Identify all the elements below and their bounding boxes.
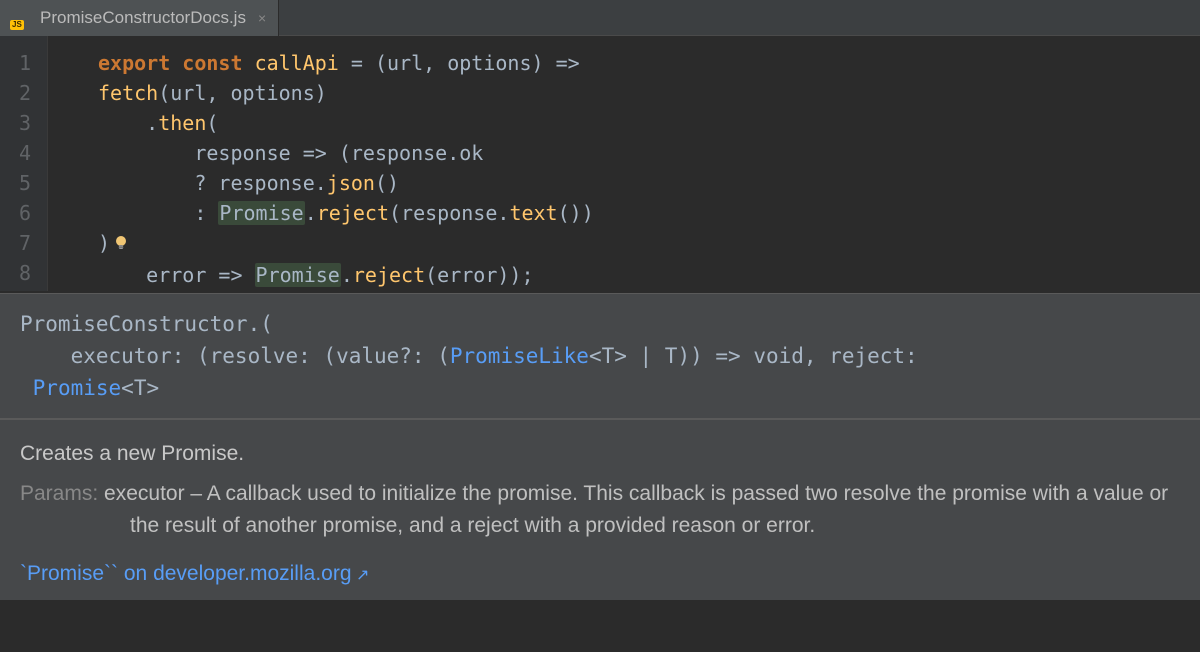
code-line: fetch(url, options) bbox=[98, 78, 1200, 108]
line-number: 5 bbox=[0, 168, 31, 198]
code-line: .then( bbox=[98, 108, 1200, 138]
code-line: error => Promise.reject(error)); bbox=[98, 260, 1200, 290]
code-line: ? response.json() bbox=[98, 168, 1200, 198]
type-link[interactable]: Promise bbox=[33, 376, 122, 400]
line-number: 7 bbox=[0, 228, 31, 258]
file-tab[interactable]: JS PromiseConstructorDocs.js × bbox=[0, 0, 279, 36]
documentation-popup: PromiseConstructor.( executor: (resolve:… bbox=[0, 293, 1200, 600]
line-number: 8 bbox=[0, 258, 31, 288]
doc-summary: Creates a new Promise. bbox=[20, 438, 1180, 470]
close-icon[interactable]: × bbox=[258, 10, 266, 26]
doc-block: Creates a new Promise. Params: executor … bbox=[0, 420, 1200, 554]
code-line: : Promise.reject(response.text()) bbox=[98, 198, 1200, 228]
line-gutter: 1 2 3 4 5 6 7 8 bbox=[0, 36, 48, 291]
line-number: 1 bbox=[0, 48, 31, 78]
line-number: 3 bbox=[0, 108, 31, 138]
signature-block: PromiseConstructor.( executor: (resolve:… bbox=[0, 294, 1200, 420]
doc-param: Params: executor – A callback used to in… bbox=[20, 478, 1180, 542]
code-line: export const callApi = (url, options) => bbox=[98, 48, 1200, 78]
external-link-icon: ↗ bbox=[352, 567, 370, 584]
code-line: response => (response.ok bbox=[98, 138, 1200, 168]
type-link[interactable]: PromiseLike bbox=[450, 344, 589, 368]
js-file-icon: JS bbox=[12, 8, 32, 28]
code-line: ) bbox=[98, 228, 1200, 260]
line-number: 2 bbox=[0, 78, 31, 108]
line-number: 4 bbox=[0, 138, 31, 168]
editor[interactable]: 1 2 3 4 5 6 7 8 export const callApi = (… bbox=[0, 36, 1200, 291]
external-doc-link[interactable]: `Promise`` on developer.mozilla.org ↗ bbox=[0, 554, 1200, 600]
tab-filename: PromiseConstructorDocs.js bbox=[40, 8, 246, 28]
tab-bar: JS PromiseConstructorDocs.js × bbox=[0, 0, 1200, 36]
code-area[interactable]: export const callApi = (url, options) =>… bbox=[48, 36, 1200, 291]
line-number: 6 bbox=[0, 198, 31, 228]
intention-bulb-icon[interactable] bbox=[112, 230, 130, 260]
